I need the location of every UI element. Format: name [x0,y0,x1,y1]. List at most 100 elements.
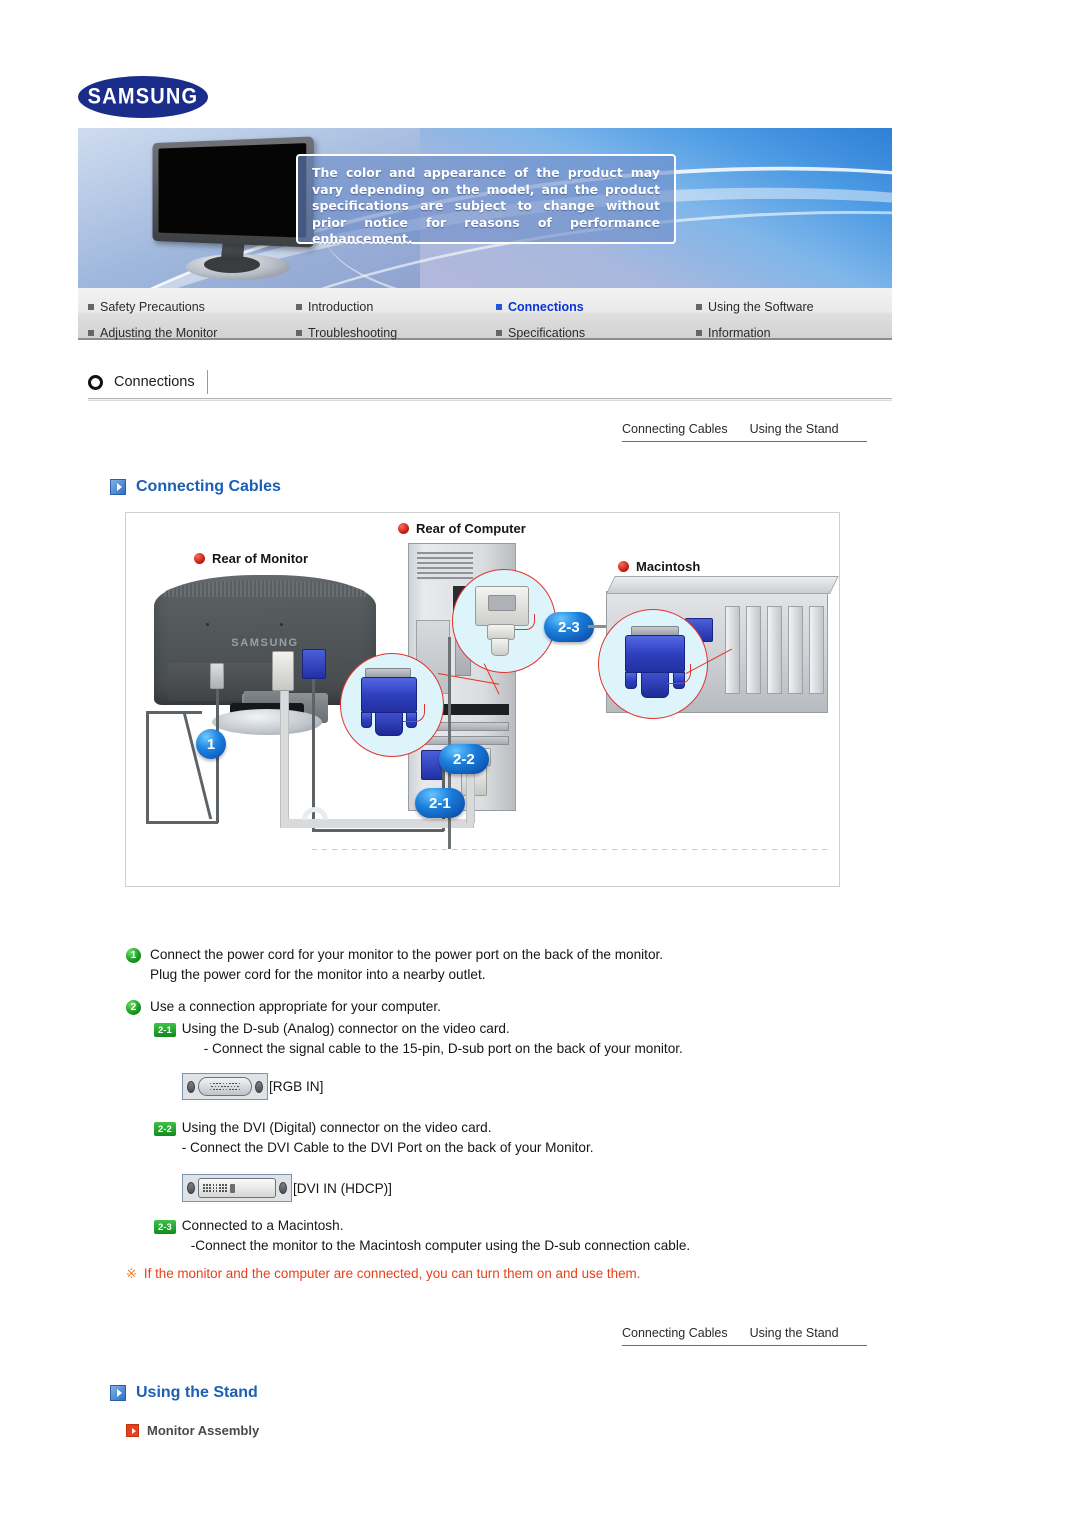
arrow-right-icon [126,1424,139,1437]
heading-connecting-cables: Connecting Cables [110,478,281,496]
substep-title: Using the DVI (Digital) connector on the… [181,1120,492,1135]
heading-text: Monitor Assembly [147,1423,260,1438]
port-screw-right-icon [279,1182,287,1194]
thumbscrew-indicator [667,664,691,684]
breadcrumb: Connections [88,365,888,399]
red-dot-icon [618,561,629,572]
dvi-blade-icon [229,1183,235,1193]
section-divider [88,398,892,401]
instruction-substep-2-3: 2-3 Connected to a Macintosh. -Connect t… [154,1216,886,1256]
topic-links-top[interactable]: Connecting Cables Using the Stand [622,422,867,442]
bullet-icon [296,304,302,310]
pin-row [203,1187,227,1189]
bullet-icon [496,304,502,310]
heading-text: Connecting Cables [136,478,281,495]
substep-text: Connected to a Macintosh. -Connect the m… [182,1216,690,1256]
topic-links-bottom[interactable]: Connecting Cables Using the Stand [622,1326,867,1346]
tower-vents [417,552,473,580]
step-line: Use a connection appropriate for your co… [150,999,441,1014]
bullet-icon [696,304,702,310]
monitor-brand-label: SAMSUNG [231,637,299,649]
step-text: Connect the power cord for your monitor … [150,945,663,985]
rgb-in-label: [RGB IN] [269,1079,324,1094]
instruction-substep-2-1: 2-1 Using the D-sub (Analog) connector o… [154,1019,886,1059]
substep-text: Using the D-sub (Analog) connector on th… [182,1019,683,1059]
logo-text: SAMSUNG [87,84,199,109]
zoom-bubble-macintosh-vga [598,609,708,719]
step-line: Plug the power cord for the monitor into… [150,967,486,982]
red-dot-icon [194,553,205,564]
instructions-list: 1 Connect the power cord for your monito… [126,945,886,1256]
substep-detail: -Connect the monitor to the Macintosh co… [190,1238,691,1253]
diagram-label-rear-of-monitor: Rear of Monitor [194,551,308,566]
bullet-icon [88,304,94,310]
bullet-icon [496,330,502,336]
instruction-substep-2-2: 2-2 Using the DVI (Digital) connector on… [154,1118,886,1158]
step-line: Connect the power cord for your monitor … [150,947,664,962]
power-plug [210,663,224,689]
dvi-plug-monitor [272,651,294,691]
nav-item-specifications[interactable]: Specifications [496,326,696,340]
note-row: ※ If the monitor and the computer are co… [126,1264,640,1283]
pin-row [203,1190,227,1192]
monitor-stand-base [212,709,322,735]
note-text: If the monitor and the computer are conn… [143,1266,641,1281]
cable-bend [302,807,328,820]
logo-ellipse: SAMSUNG [78,76,208,118]
mac-top-panel [606,576,839,594]
product-notice-callout: The color and appearance of the product … [296,154,676,246]
main-navigation[interactable]: Safety Precautions Introduction Connecti… [78,288,892,340]
dvi-cable-bottom [280,819,474,828]
nav-item-using-the-software[interactable]: Using the Software [696,300,886,314]
power-cable-top [146,711,202,714]
mac-expansion-slot [746,606,761,694]
instruction-step-2: 2 Use a connection appropriate for your … [126,997,886,1017]
monitor-bezel [152,136,314,248]
dvi-connector-shape [198,1178,276,1198]
step-number-badge: 1 [126,948,141,963]
diagram-label-macintosh: Macintosh [618,559,700,574]
thumbscrew-indicator [403,704,425,722]
diagram-badge-1: 1 [196,729,226,759]
pin-row [209,1082,241,1085]
topic-link-using-the-stand[interactable]: Using the Stand [750,422,839,436]
zoom-bubble-computer-dvi [452,569,556,673]
bullet-icon [696,330,702,336]
topic-link-connecting-cables[interactable]: Connecting Cables [622,1326,728,1340]
diagram-badge-2-3: 2-3 [544,612,594,642]
nav-label: Troubleshooting [308,326,398,340]
diagram-label-rear-of-computer: Rear of Computer [398,521,526,536]
port-shell [187,1178,287,1198]
vga-cable-boot [641,672,669,698]
topic-link-using-the-stand[interactable]: Using the Stand [750,1326,839,1340]
nav-item-adjusting-the-monitor[interactable]: Adjusting the Monitor [78,326,296,340]
rgb-in-port-row: [RGB IN] [182,1073,886,1100]
power-cable-left [146,711,149,823]
nav-item-information[interactable]: Information [696,326,886,340]
vga-connector-leg [361,712,372,728]
nav-label: Information [708,326,771,340]
nav-label: Specifications [508,326,586,340]
nav-item-troubleshooting[interactable]: Troubleshooting [296,326,496,340]
substep-title: Using the D-sub (Analog) connector on th… [181,1021,510,1036]
bullet-icon [88,330,94,336]
topic-link-connecting-cables[interactable]: Connecting Cables [622,422,728,436]
zoom-bubble-monitor-vga [340,653,444,757]
nav-item-introduction[interactable]: Introduction [296,300,496,314]
substep-text: Using the DVI (Digital) connector on the… [182,1118,594,1158]
substep-detail: - Connect the DVI Cable to the DVI Port … [181,1140,594,1155]
diagram-badge-2-1: 2-1 [415,788,465,818]
samsung-logo: SAMSUNG [78,76,208,118]
nav-item-connections[interactable]: Connections [496,300,696,314]
pin-row [211,1085,239,1088]
step-text: Use a connection appropriate for your co… [150,997,441,1017]
substep-number-badge: 2-1 [154,1023,176,1037]
mac-expansion-slot [809,606,824,694]
nav-item-safety-precautions[interactable]: Safety Precautions [78,300,296,314]
screw-hole [206,623,209,626]
dvi-in-label: [DVI IN (HDCP)] [293,1180,392,1196]
nav-label: Using the Software [708,300,814,314]
dvi-cable-monitor-side [280,691,289,823]
heading-text: Using the Stand [136,1384,258,1401]
